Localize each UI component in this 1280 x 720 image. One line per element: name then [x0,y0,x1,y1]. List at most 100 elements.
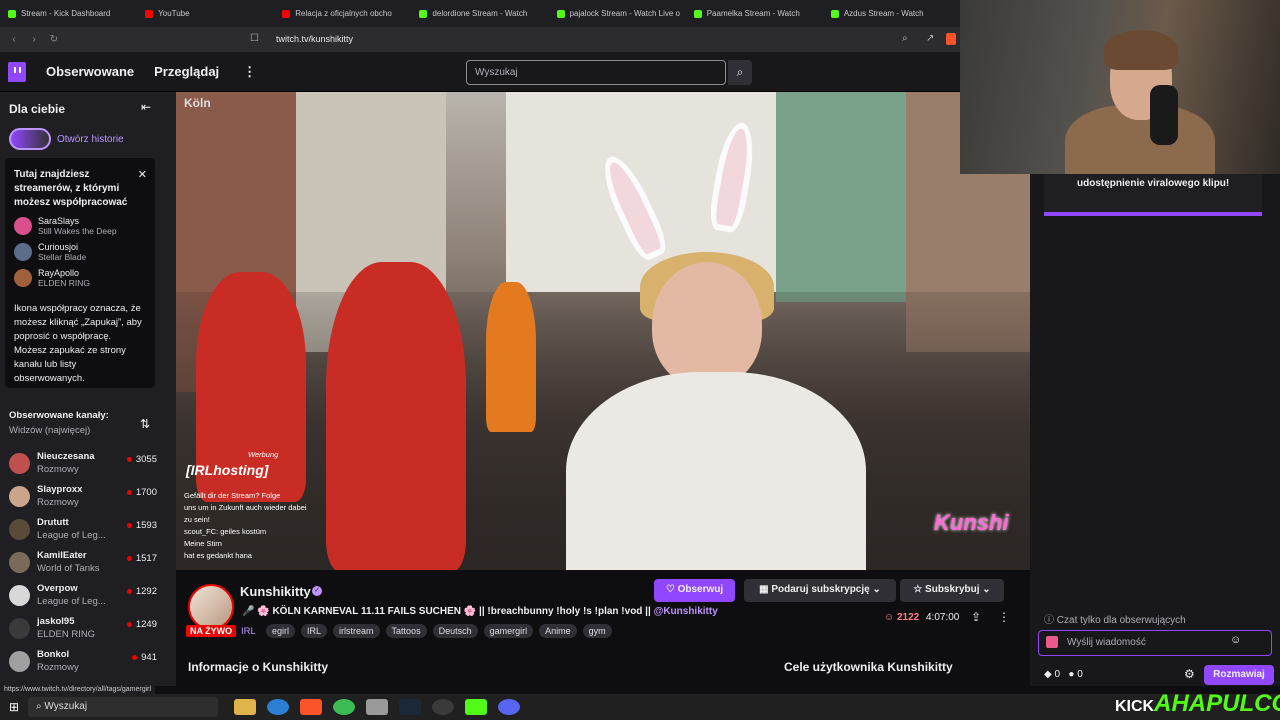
browser-tab[interactable]: delordione Stream - Watch [411,0,548,27]
edge-icon[interactable] [267,699,289,715]
chat-send-button[interactable]: Rozmawiaj [1204,665,1274,685]
subscribe-button[interactable]: ☆ Subskrybuj ⌄ [900,579,1004,602]
emote-icon[interactable]: ☺ [1230,634,1241,646]
channel-points[interactable]: ◆ 0 ● 0 [1044,669,1083,680]
video-chat-line: scout_FC: geiles kostüm [184,527,267,536]
collab-streamer-game: Still Wakes the Deep [38,226,117,236]
browser-tab[interactable]: Azdus Stream - Watch [823,0,960,27]
followed-channel-item[interactable]: Drututt League of Leg... 1593 [9,516,169,548]
channel-item-viewers: 1700 [127,487,157,498]
windows-start-icon[interactable]: ⊞ [0,700,28,714]
file-explorer-icon[interactable] [234,699,256,715]
tag-list: egirl IRL irlstream Tattoos Deutsch gamergirl… [266,624,612,638]
more-options-icon[interactable]: ⋮ [998,610,1010,624]
streamer-fur-coat [566,372,866,570]
stories-button[interactable]: Otwórz historie [9,128,124,150]
followed-channel-item[interactable]: KamilEater World of Tanks 1517 [9,549,169,581]
video-chat-line: Meine Stirn [184,539,222,548]
close-icon[interactable]: ✕ [138,168,147,181]
tag-pill[interactable]: gamergirl [483,624,534,638]
gift-sub-label: Podaruj subskrypcję [771,584,870,595]
zoom-icon[interactable]: ⌕ [902,33,908,44]
browser-tab[interactable]: Relacja z oficjalnych obcho [274,0,411,27]
channel-name[interactable]: Kunshikitty [240,584,311,599]
settings-icon[interactable]: ⚙ [1184,667,1195,681]
followed-channel-item[interactable]: jaskol95 ELDEN RING 1249 [9,615,169,647]
followed-channel-item[interactable]: Slayproxx Rozmowy 1700 [9,483,169,515]
follow-button[interactable]: ♡ Obserwuj [654,579,735,602]
channel-item-viewers: 1249 [127,619,157,630]
browser-tab[interactable]: YouTube [137,0,274,27]
discord-icon[interactable] [498,699,520,715]
tag-pill[interactable]: Deutsch [432,624,478,638]
browser-tab[interactable]: Stream - Kick Dashboard [0,0,137,27]
more-menu-icon[interactable]: ⋮ [243,64,256,80]
channel-item-name: Overpow [37,583,78,594]
url-field[interactable]: twitch.tv/kunshikitty [276,34,353,44]
collab-popup: Tutaj znajdziesz streamerów, z którymi m… [5,158,155,388]
avatar [14,269,32,287]
followed-sort-label: Widzów (najwięcej) [9,425,91,436]
browser-tab[interactable]: pajalock Stream - Watch Live o [549,0,686,27]
gift-sub-button[interactable]: ▦ Podaruj subskrypcję ⌄ [744,579,896,602]
tag-pill[interactable]: gym [582,624,612,638]
reload-icon[interactable]: ↻ [48,34,60,45]
share-page-icon[interactable]: ↗ [926,33,934,44]
stream-title-handle[interactable]: @Kunshikitty [654,606,718,617]
collab-streamer-row[interactable]: RayApollo ELDEN RING [14,268,146,288]
heart-badge-icon[interactable] [1046,636,1058,648]
tab-favicon-icon [419,9,428,18]
avatar [9,519,30,540]
tag-pill[interactable]: Tattoos [385,624,427,638]
brave-shield-icon[interactable] [946,33,956,45]
sort-icon[interactable]: ⇅ [140,417,150,431]
obs-icon[interactable] [432,699,454,715]
app-icon[interactable] [366,699,388,715]
browser-tab[interactable]: Paamelka Stream - Watch [686,0,823,27]
kick-brand-prefix: KICK [1115,698,1155,715]
share-icon[interactable]: ⇪ [971,610,981,624]
search-icon[interactable]: ⌕ [728,60,752,85]
search-input[interactable]: Wyszukaj [466,60,726,85]
status-url: https://www.twitch.tv/directory/all/tags… [0,686,156,694]
taskbar-search[interactable]: ⌕ Wyszukaj [28,697,218,717]
nav-browse[interactable]: Przeglądaj [154,64,219,79]
stories-label: Otwórz historie [57,133,124,145]
collapse-sidebar-icon[interactable]: ⇤ [141,100,151,114]
category-link[interactable]: IRL [241,626,256,637]
followed-channel-item[interactable]: Overpow League of Leg... 1292 [9,582,169,614]
points-a: 0 [1054,669,1061,680]
bookmark-icon[interactable]: ☐ [250,33,259,44]
channel-item-name: Slayproxx [37,484,83,495]
tag-pill[interactable]: IRL [301,624,328,638]
viewer-count: ☺ 2122 [884,612,920,623]
collab-streamer-name: SaraSlays [38,216,80,226]
followed-channel-item[interactable]: Bonkol Rozmowy 941 [9,648,169,680]
back-icon[interactable]: ‹ [8,34,20,45]
steam-icon[interactable] [399,699,421,715]
sidebar-title: Dla ciebie [9,102,66,116]
nav-followed[interactable]: Obserwowane [46,64,134,79]
channel-avatar[interactable] [188,584,234,630]
collab-streamer-row[interactable]: SaraSlays Still Wakes the Deep [14,216,146,236]
channel-item-game: World of Tanks [37,563,100,574]
followed-channel-item[interactable]: Nieuczesana Rozmowy 3055 [9,450,169,482]
tag-pill[interactable]: irlstream [333,624,380,638]
chrome-icon[interactable] [333,699,355,715]
tab-label: YouTube [158,9,190,18]
collab-streamer-row[interactable]: Curiousjoi Stellar Blade [14,242,146,262]
tag-pill[interactable]: Anime [539,624,577,638]
tab-favicon-icon [145,9,154,18]
twitch-logo-icon[interactable] [8,61,26,82]
avatar [9,618,30,639]
irlhosting-overlay: [IRLhosting] [186,462,269,478]
tab-label: Relacja z oficjalnych obcho [295,9,392,18]
avatar [14,217,32,235]
tab-label: pajalock Stream - Watch Live o [569,9,680,18]
tab-label: delordione Stream - Watch [432,9,528,18]
kick-app-icon[interactable] [465,699,487,715]
tag-pill[interactable]: egirl [266,624,296,638]
brave-icon[interactable] [300,699,322,715]
video-player[interactable]: Köln Werbung [IRLhosting] Gefällt dir de… [176,92,1030,570]
forward-icon[interactable]: › [28,34,40,45]
